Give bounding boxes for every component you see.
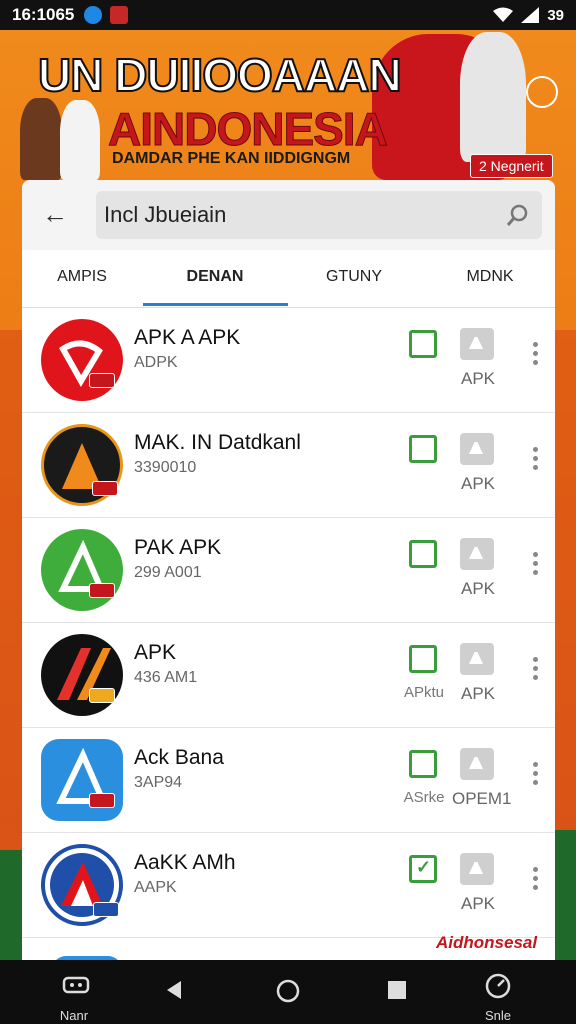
tab-denan[interactable]: DENAN	[155, 250, 275, 308]
more-options-icon[interactable]	[531, 342, 539, 368]
app-tag-icon	[89, 688, 115, 703]
select-checkbox[interactable]	[409, 750, 437, 778]
active-tab-indicator	[143, 303, 288, 306]
select-checkbox[interactable]	[409, 540, 437, 568]
app-tag-icon	[89, 793, 115, 808]
list-item[interactable]: MAK. IN Datdkanl 3390010 APK	[22, 413, 555, 518]
select-checkbox[interactable]	[409, 645, 437, 673]
app-icon	[41, 844, 123, 926]
more-options-icon[interactable]	[531, 552, 539, 578]
banner-title-country: AINDONESIA	[108, 103, 389, 156]
home-icon[interactable]	[268, 978, 308, 1009]
search-input[interactable]: Incl Jbueiain	[96, 191, 542, 239]
app-icon	[41, 319, 123, 401]
navigation-bar: Nanr Snle	[0, 960, 576, 1024]
banner-subtitle: DAMDAR PHE KAN IIDDIGNGM	[112, 150, 351, 167]
app-subtitle: 299 A001	[134, 564, 202, 581]
app-subtitle: 3390010	[134, 459, 197, 476]
list-item[interactable]: PAK APK 299 A001 APK	[22, 518, 555, 623]
tab-mdnk[interactable]: MDNK	[430, 250, 550, 308]
app-tag-icon	[89, 583, 115, 598]
app-logo-icon	[59, 340, 103, 387]
apk-label: OPEM1	[452, 789, 512, 808]
browser-icon	[84, 6, 103, 24]
app-icon	[41, 634, 123, 716]
list-item[interactable]: APK A APK ADPK APK	[22, 308, 555, 413]
app-logo-icon	[56, 747, 108, 804]
back-arrow-icon[interactable]: ←	[42, 200, 70, 228]
speedometer-icon[interactable]	[478, 972, 518, 1005]
app-logo-icon	[58, 539, 106, 592]
app-logo-icon	[62, 443, 102, 489]
nav-label-left: Nanr	[59, 1008, 89, 1023]
apk-label: APK	[460, 684, 496, 703]
checkbox-label: ASrke	[403, 789, 445, 806]
apk-label: APK	[460, 369, 496, 388]
app-tag-icon	[93, 902, 119, 917]
app-name: AaKK AMh	[134, 851, 236, 874]
download-icon[interactable]	[460, 328, 494, 360]
app-name: APK A APK	[134, 326, 241, 349]
app-name: MAK. IN Datdkanl	[134, 431, 301, 454]
download-icon[interactable]	[460, 748, 494, 780]
app-notification-icon	[110, 6, 129, 24]
info-icon[interactable]	[526, 76, 558, 108]
download-icon[interactable]	[460, 853, 494, 885]
search-icon[interactable]	[506, 203, 530, 227]
wifi-icon	[493, 7, 514, 22]
more-options-icon[interactable]	[531, 447, 539, 473]
select-checkbox[interactable]	[409, 330, 437, 358]
app-name: Ack Bana	[134, 746, 224, 769]
app-icon	[41, 739, 123, 821]
nav-label-right: Snle	[484, 1008, 512, 1023]
checkbox-label: APktu	[403, 684, 445, 701]
app-subtitle: AAPK	[134, 879, 177, 896]
tab-bar: AMPIS DENAN GTUNY MDNK	[22, 250, 555, 308]
person-image	[20, 98, 62, 180]
download-icon[interactable]	[460, 643, 494, 675]
apk-label: APK	[460, 894, 496, 913]
app-name: APK	[134, 641, 177, 664]
battery-text: 39	[547, 6, 564, 24]
more-options-icon[interactable]	[531, 657, 539, 683]
app-name: PAK APK	[134, 536, 222, 559]
app-logo-icon	[57, 648, 111, 700]
app-icon	[41, 424, 123, 506]
select-checkbox[interactable]	[409, 855, 437, 883]
status-bar: 16:1065 39	[0, 0, 576, 30]
search-query: Incl Jbueiain	[104, 202, 227, 227]
back-icon[interactable]	[154, 980, 194, 1005]
download-icon[interactable]	[460, 538, 494, 570]
tab-ampis[interactable]: AMPIS	[22, 250, 142, 308]
app-icon	[41, 529, 123, 611]
recent-apps-icon[interactable]	[377, 980, 417, 1005]
banner-title: UN DUIIOOAAAN	[37, 48, 403, 102]
app-tag-icon	[89, 373, 115, 388]
list-item[interactable]: Ack Bana 3AP94 ASrke OPEM1	[22, 728, 555, 833]
search-results-card: ← Incl Jbueiain AMPIS DENAN GTUNY MDNK A…	[22, 180, 555, 960]
app-logo-icon	[50, 853, 114, 917]
status-time: 16:1065	[12, 5, 75, 24]
apk-label: APK	[460, 474, 496, 493]
list-item[interactable]: AaKK AMh AAPK APK	[22, 833, 555, 938]
banner-badge[interactable]: 2 Negnerit	[470, 154, 553, 178]
app-subtitle: 436 AM1	[134, 669, 198, 686]
list-item[interactable]: APK 436 AM1 APktu APK	[22, 623, 555, 728]
search-bar: ← Incl Jbueiain	[22, 180, 555, 250]
select-checkbox[interactable]	[409, 435, 437, 463]
person-image	[60, 100, 100, 180]
home-app-icon[interactable]	[56, 972, 96, 1001]
app-subtitle: 3AP94	[134, 774, 183, 791]
more-options-icon[interactable]	[531, 867, 539, 893]
more-options-icon[interactable]	[531, 762, 539, 788]
app-tag-icon	[92, 481, 118, 496]
app-subtitle: ADPK	[134, 354, 178, 371]
apk-label: APK	[460, 579, 496, 598]
watermark: Aidhonsesal	[436, 933, 538, 952]
download-icon[interactable]	[460, 433, 494, 465]
promo-banner[interactable]: UN DUIIOOAAAN AINDONESIA DAMDAR PHE KAN …	[0, 30, 576, 180]
person-image	[460, 32, 526, 162]
tab-gtuny[interactable]: GTUNY	[294, 250, 414, 308]
signal-icon	[521, 7, 540, 23]
